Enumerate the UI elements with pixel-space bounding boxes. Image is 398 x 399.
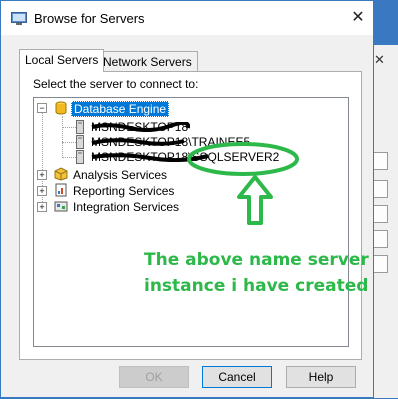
up-arrow-icon: [237, 175, 273, 225]
highlight-ellipse: [187, 142, 299, 176]
browse-for-servers-dialog: Browse for Servers ✕ Local Servers Netwo…: [0, 0, 374, 398]
tab-local-servers[interactable]: Local Servers: [19, 49, 105, 72]
ok-button[interactable]: OK: [119, 366, 189, 388]
annotation-line-1: The above name server: [144, 250, 369, 270]
cancel-button[interactable]: Cancel: [202, 366, 272, 388]
background-close-icon: ✕: [374, 52, 385, 67]
annotation-line-2: instance i have created: [144, 276, 369, 296]
help-button[interactable]: Help: [286, 366, 356, 388]
